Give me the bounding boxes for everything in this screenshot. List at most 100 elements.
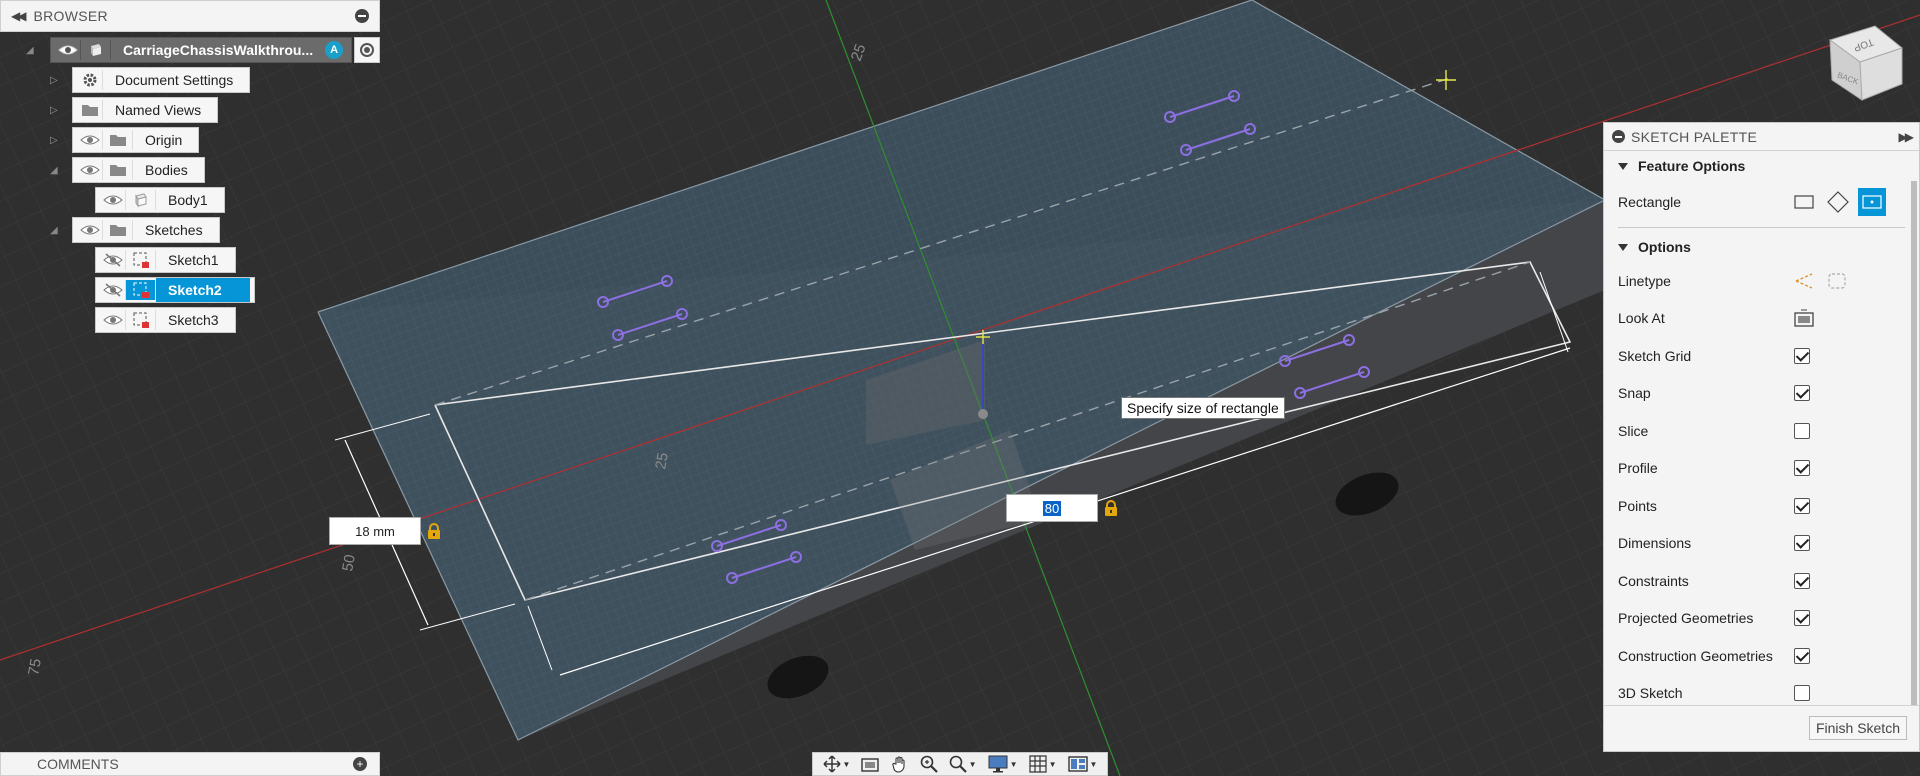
lock-icon[interactable]: [427, 523, 441, 539]
named-views-node[interactable]: Named Views: [72, 97, 219, 123]
centerline-linetype-icon[interactable]: [1826, 271, 1848, 291]
options-header[interactable]: Options: [1604, 232, 1919, 262]
finish-sketch-button[interactable]: Finish Sketch: [1808, 716, 1907, 740]
palette-scrollbar[interactable]: [1911, 181, 1917, 705]
option-3d-sketch: 3D Sketch: [1604, 675, 1919, 706]
hidden-eye-icon[interactable]: [100, 280, 126, 300]
width-dimension-input[interactable]: 80: [1006, 494, 1098, 522]
visibility-eye-icon[interactable]: [100, 190, 126, 210]
browser-item-named-views[interactable]: ▷ Named Views: [50, 97, 219, 123]
hidden-eye-icon[interactable]: [100, 250, 126, 270]
option-label: Constraints: [1618, 572, 1689, 589]
feature-options-header[interactable]: Feature Options: [1604, 151, 1919, 181]
sketch1-node[interactable]: Sketch1: [95, 247, 236, 273]
sketch-icon: [126, 310, 156, 330]
sketch-grid-checkbox[interactable]: [1794, 347, 1810, 364]
bodies-node[interactable]: Bodies: [72, 157, 205, 183]
display-settings-button[interactable]: ▼: [986, 753, 1020, 775]
snap-checkbox[interactable]: [1794, 385, 1810, 402]
browser-item-label: Body1: [168, 192, 208, 208]
visibility-eye-icon[interactable]: [77, 130, 103, 150]
visibility-eye-icon[interactable]: [55, 40, 81, 60]
profile-checkbox[interactable]: [1794, 460, 1810, 477]
3d-sketch-checkbox[interactable]: [1794, 685, 1810, 702]
grid-settings-button[interactable]: ▼: [1027, 753, 1059, 775]
folder-icon: [103, 220, 133, 240]
zoom-fit-icon: [949, 755, 967, 773]
fit-button[interactable]: ▼: [947, 753, 979, 775]
sketches-node[interactable]: Sketches: [72, 217, 220, 243]
option-label: 3D Sketch: [1618, 685, 1683, 702]
construction-linetype-icon[interactable]: [1794, 271, 1816, 291]
chevron-down-icon: ▼: [1009, 759, 1018, 769]
sketch-palette: SKETCH PALETTE ▶▶ Feature Options Rectan…: [1603, 122, 1920, 752]
body1-node[interactable]: Body1: [95, 187, 225, 213]
comments-bar[interactable]: COMMENTS +: [0, 752, 380, 776]
lock-icon[interactable]: [1104, 500, 1118, 516]
browser-item-sketch1[interactable]: Sketch1: [95, 247, 236, 273]
collapse-triangle-icon: [1618, 162, 1628, 170]
construction-geometries-checkbox[interactable]: [1794, 647, 1810, 664]
points-checkbox[interactable]: [1794, 497, 1810, 514]
sketch-palette-header[interactable]: SKETCH PALETTE ▶▶: [1604, 123, 1919, 151]
collapse-triangle-icon[interactable]: ◢: [50, 225, 70, 236]
collapse-browser-icon[interactable]: ◀◀: [11, 9, 27, 23]
browser-item-bodies[interactable]: ◢ Bodies: [50, 157, 205, 183]
option-points: Points: [1604, 487, 1919, 525]
pan-button[interactable]: [889, 753, 911, 775]
browser-item-sketch2[interactable]: Sketch2: [95, 277, 255, 303]
browser-item-label: Sketch1: [168, 252, 219, 268]
minimize-browser-icon[interactable]: [355, 9, 369, 23]
grid-icon: [1028, 755, 1047, 773]
option-label: Snap: [1618, 385, 1651, 402]
expand-arrow-icon[interactable]: ▷: [50, 75, 70, 86]
orbit-button[interactable]: ▼: [821, 753, 853, 775]
browser-item-sketch3[interactable]: Sketch3: [95, 307, 236, 333]
two-point-rectangle-button[interactable]: [1790, 188, 1818, 216]
center-rectangle-button[interactable]: [1858, 188, 1886, 216]
look-at-button[interactable]: [859, 753, 881, 775]
option-construction-geometries: Construction Geometries: [1604, 637, 1919, 675]
collapse-triangle-icon[interactable]: ◢: [50, 165, 70, 176]
chevron-down-icon: ▼: [1089, 759, 1098, 769]
browser-item-body1[interactable]: Body1: [95, 187, 225, 213]
dimensions-checkbox[interactable]: [1794, 535, 1810, 552]
chevron-down-icon: ▼: [968, 759, 977, 769]
root-component[interactable]: CarriageChassisWalkthrou... A: [50, 37, 353, 63]
browser-item-label: Sketches: [145, 222, 203, 238]
option-label: Profile: [1618, 460, 1658, 477]
viewports-button[interactable]: ▼: [1066, 753, 1100, 775]
view-cube[interactable]: TOP BACK: [1820, 18, 1910, 108]
minimize-palette-icon[interactable]: [1612, 130, 1625, 143]
document-settings-node[interactable]: Document Settings: [72, 67, 251, 93]
sketch2-node[interactable]: Sketch2: [95, 277, 255, 303]
option-dimensions: Dimensions: [1604, 525, 1919, 563]
constraints-checkbox[interactable]: [1794, 572, 1810, 589]
add-comment-icon[interactable]: +: [353, 757, 367, 771]
browser-header[interactable]: ◀◀ BROWSER: [0, 0, 380, 32]
browser-item-sketches[interactable]: ◢ Sketches: [50, 217, 220, 243]
three-point-rectangle-button[interactable]: [1824, 188, 1852, 216]
projected-geometries-checkbox[interactable]: [1794, 610, 1810, 627]
slice-checkbox[interactable]: [1794, 422, 1810, 439]
expand-arrow-icon[interactable]: ▷: [50, 135, 70, 146]
expand-palette-icon[interactable]: ▶▶: [1899, 130, 1915, 144]
comments-title: COMMENTS: [37, 756, 119, 772]
browser-item-origin[interactable]: ▷ Origin: [50, 127, 200, 153]
zoom-button[interactable]: [918, 753, 940, 775]
collapse-triangle-icon[interactable]: ◢: [26, 45, 44, 56]
visibility-eye-icon[interactable]: [77, 160, 103, 180]
folder-icon: [103, 130, 133, 150]
expand-arrow-icon[interactable]: ▷: [50, 105, 70, 116]
sketch3-node[interactable]: Sketch3: [95, 307, 236, 333]
activate-radio-icon[interactable]: [354, 37, 381, 63]
browser-item-document-settings[interactable]: ▷ Document Settings: [50, 67, 251, 93]
visibility-eye-icon[interactable]: [77, 220, 103, 240]
browser-root-row[interactable]: ◢ CarriageChassisWalkthrou... A: [26, 37, 381, 63]
visibility-eye-icon[interactable]: [100, 310, 126, 330]
option-linetype: Linetype: [1604, 262, 1919, 300]
origin-node[interactable]: Origin: [72, 127, 200, 153]
height-dimension-input[interactable]: 18 mm: [329, 517, 421, 545]
option-label: Look At: [1618, 310, 1665, 327]
look-at-icon[interactable]: [1794, 309, 1814, 327]
